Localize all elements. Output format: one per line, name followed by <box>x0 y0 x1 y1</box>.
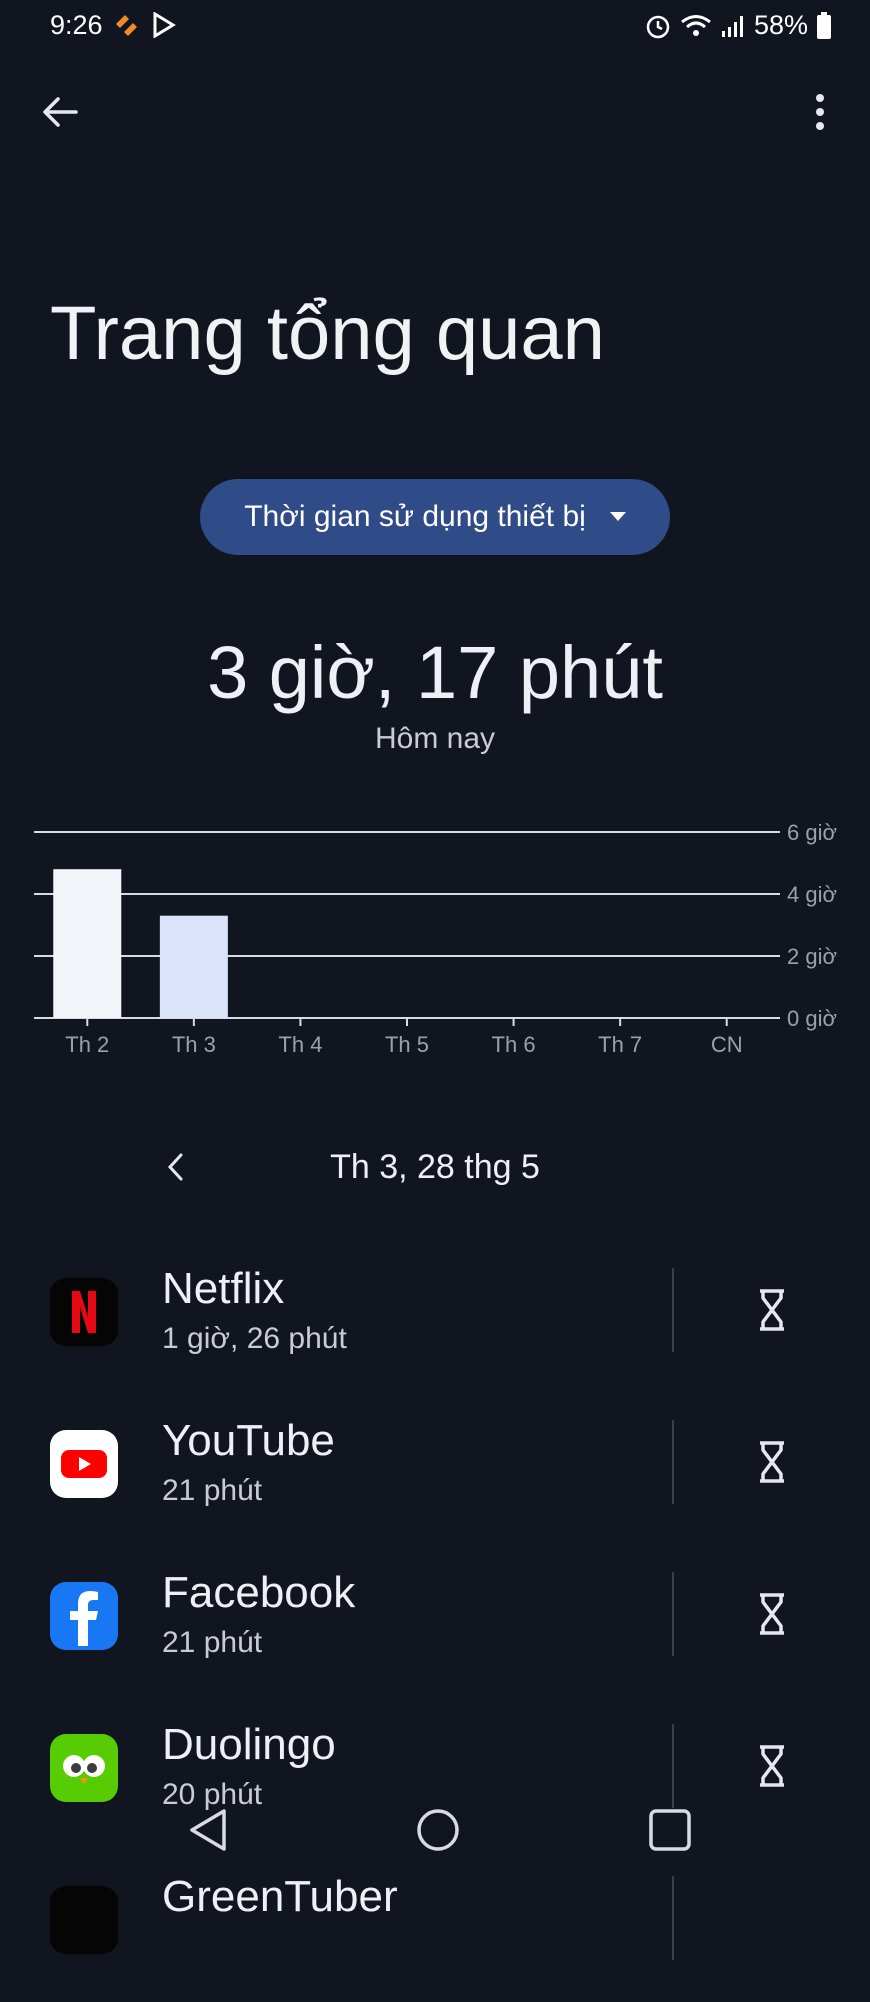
hourglass-icon <box>760 1745 784 1787</box>
total-usage: 3 giờ, 17 phút <box>207 631 663 714</box>
app-name: Duolingo <box>162 1720 336 1769</box>
usage-bar-chart: 6 giờ 4 giờ 2 giờ 0 giờ Th 2 Th 3 Th 4 Th 5 Th 6… <box>34 820 837 1057</box>
dropdown-arrow-icon <box>609 512 626 521</box>
duolingo-icon <box>50 1734 118 1802</box>
hearts-app-icon <box>116 15 137 36</box>
more-vert-icon <box>816 94 824 130</box>
app-row-greentuber[interactable]: GreenTuber <box>0 1850 870 2002</box>
app-timer-button[interactable] <box>740 1734 804 1798</box>
app-row-youtube[interactable]: YouTube 21 phút <box>0 1394 870 1546</box>
app-name: GreenTuber <box>162 1872 398 1921</box>
status-time: 9:26 <box>50 10 103 40</box>
greentuber-icon <box>50 1886 118 1954</box>
app-timer-button[interactable] <box>740 1430 804 1494</box>
hourglass-icon <box>760 1441 784 1483</box>
hourglass-icon <box>760 1593 784 1635</box>
y-tick-label: 0 giờ <box>787 1006 837 1031</box>
nav-home-button[interactable] <box>408 1800 468 1860</box>
nav-back-button[interactable] <box>178 1800 238 1860</box>
usage-type-dropdown[interactable]: Thời gian sử dụng thiết bị <box>200 479 670 555</box>
play-store-icon <box>153 12 176 38</box>
status-right: 58% <box>644 10 832 41</box>
page-title: Trang tổng quan <box>50 291 605 376</box>
x-tick-label: Th 2 <box>65 1032 109 1057</box>
hourglass-icon <box>760 1289 784 1331</box>
x-tick-label: Th 4 <box>278 1032 322 1057</box>
nav-recents-button[interactable] <box>640 1800 700 1860</box>
divider <box>672 1420 674 1504</box>
netflix-icon <box>50 1278 118 1346</box>
y-tick-label: 4 giờ <box>787 882 837 907</box>
divider <box>672 1268 674 1352</box>
status-bar: 9:26 58% <box>0 0 870 52</box>
app-timer-button[interactable] <box>740 1582 804 1646</box>
app-name: Netflix <box>162 1264 285 1313</box>
app-row-netflix[interactable]: Netflix 1 giờ, 26 phút <box>0 1242 870 1394</box>
square-recents-icon <box>649 1809 691 1851</box>
divider <box>672 1572 674 1656</box>
bar-th-3[interactable] <box>159 915 228 1018</box>
youtube-icon <box>50 1430 118 1498</box>
x-tick-label: Th 6 <box>492 1032 536 1057</box>
notification-icons <box>112 12 176 38</box>
circle-home-icon <box>417 1809 459 1851</box>
wifi-icon <box>681 14 711 36</box>
battery-icon <box>817 11 831 39</box>
triangle-back-icon <box>190 1809 226 1851</box>
facebook-icon <box>50 1582 118 1650</box>
dropdown-label: Thời gian sử dụng thiết bị <box>244 500 586 533</box>
app-usage-time: 21 phút <box>162 1626 263 1659</box>
app-name: Facebook <box>162 1568 356 1617</box>
signal-icon <box>721 15 743 37</box>
app-usage-time: 1 giờ, 26 phút <box>162 1322 347 1355</box>
usage-period: Hôm nay <box>374 722 496 755</box>
arrow-left-icon <box>43 97 78 127</box>
y-tick-label: 2 giờ <box>787 944 837 969</box>
app-name: YouTube <box>162 1416 335 1465</box>
divider <box>672 1724 674 1808</box>
x-tick-label: CN <box>711 1032 743 1057</box>
battery-percent: 58% <box>753 10 808 40</box>
x-tick-label: Th 3 <box>172 1032 216 1057</box>
x-tick-label: Th 5 <box>385 1032 429 1057</box>
x-tick-label: Th 7 <box>598 1032 642 1057</box>
app-usage-time: 21 phút <box>162 1474 263 1507</box>
app-timer-button[interactable] <box>740 1278 804 1342</box>
selected-date: Th 3, 28 thg 5 <box>330 1148 540 1186</box>
y-tick-label: 6 giờ <box>787 820 837 845</box>
back-button[interactable] <box>30 82 90 142</box>
more-options-button[interactable] <box>790 82 850 142</box>
app-row-facebook[interactable]: Facebook 21 phút <box>0 1546 870 1698</box>
divider <box>672 1876 674 1960</box>
bar-th-2[interactable] <box>53 869 122 1018</box>
alarm-icon <box>646 15 670 38</box>
